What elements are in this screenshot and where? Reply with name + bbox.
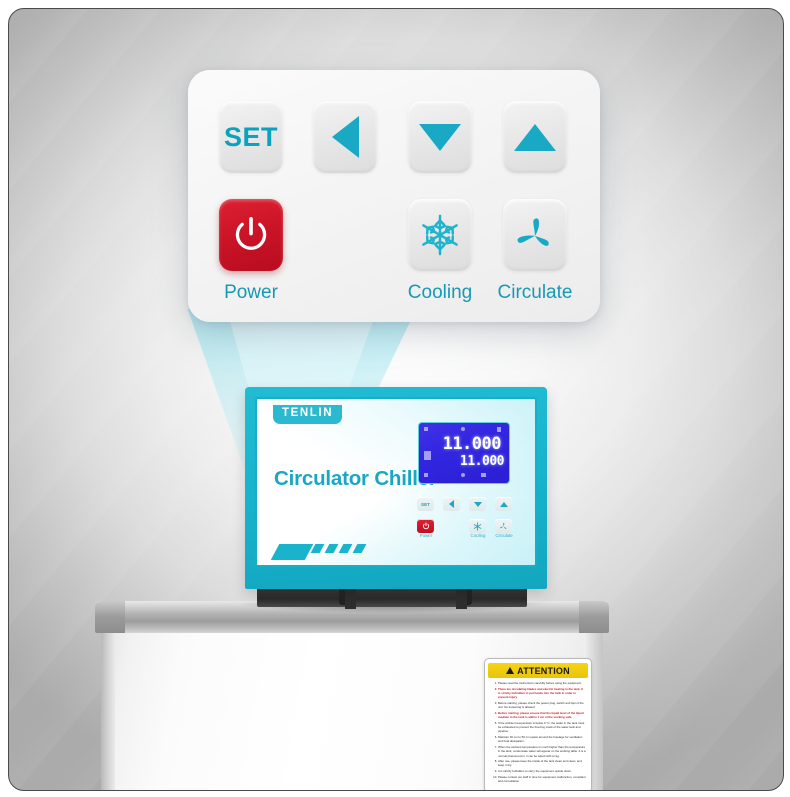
lcd-icon-bc bbox=[461, 473, 465, 477]
brand-badge: TENLIN bbox=[273, 405, 343, 424]
attention-item: Please read the instructions carefully b… bbox=[498, 681, 586, 685]
triangle-down-icon bbox=[419, 123, 461, 151]
product-name: Circulator Chiller bbox=[274, 467, 437, 490]
mount-plate bbox=[257, 587, 527, 607]
up-button[interactable] bbox=[503, 101, 567, 173]
lcd-actual-value: 11.000 bbox=[460, 454, 504, 469]
triangle-down-icon bbox=[473, 501, 482, 507]
device-power-label: Power bbox=[419, 533, 433, 538]
stripe-2 bbox=[324, 544, 339, 553]
attention-item: Maintain 30 cm to 50 cm space around the… bbox=[498, 735, 586, 744]
device-power-button[interactable] bbox=[417, 519, 434, 533]
attention-item: Before starting, please ensure that the … bbox=[498, 711, 586, 720]
stripe-4 bbox=[352, 544, 367, 553]
stripe-1 bbox=[310, 544, 325, 553]
device-down-button[interactable] bbox=[469, 497, 486, 511]
attention-item: It is strictly forbidden to carry the eq… bbox=[498, 769, 586, 773]
rim-corner-left bbox=[95, 601, 125, 633]
cooling-button-label: Cooling bbox=[407, 282, 473, 303]
rim-corner-right bbox=[579, 601, 609, 633]
attention-items: Please read the instructions carefully b… bbox=[488, 681, 588, 783]
light-beam bbox=[187, 309, 417, 499]
fan-icon bbox=[500, 522, 507, 529]
faceplate-wash bbox=[257, 399, 535, 565]
circulate-button[interactable] bbox=[503, 199, 567, 271]
decor-stripes bbox=[270, 537, 395, 560]
triangle-up-icon bbox=[499, 501, 508, 507]
attention-item: Please contact our staff in time for equ… bbox=[498, 775, 586, 784]
triangle-left-icon bbox=[449, 500, 454, 508]
lcd-icon-tr bbox=[497, 427, 501, 432]
warning-triangle-icon bbox=[506, 667, 515, 674]
snowflake-icon bbox=[473, 521, 482, 531]
faceplate: TENLIN Circulator Chiller 11.000 11.000 bbox=[255, 397, 537, 567]
device-circulate-button[interactable] bbox=[495, 519, 512, 533]
lcd-icon-tc bbox=[461, 427, 465, 431]
triangle-left-icon bbox=[331, 116, 359, 158]
device-left-button[interactable] bbox=[443, 497, 460, 511]
fan-icon bbox=[517, 218, 549, 246]
snowflake-icon bbox=[422, 214, 458, 256]
lcd-display: 11.000 11.000 bbox=[418, 422, 510, 484]
device-set-label: SET bbox=[421, 501, 430, 507]
lcd-set-value: 11.000 bbox=[442, 434, 502, 454]
cooling-button[interactable] bbox=[408, 199, 472, 271]
handle-foot-right bbox=[459, 569, 472, 605]
power-button-label: Power bbox=[224, 282, 278, 303]
triangle-up-icon bbox=[514, 123, 556, 151]
down-button[interactable] bbox=[408, 101, 472, 173]
tank-right-edge bbox=[584, 625, 603, 790]
power-icon bbox=[422, 522, 429, 530]
tank-top-rim bbox=[95, 601, 609, 633]
attention-item: There are circulating blades and electri… bbox=[498, 687, 586, 700]
set-button[interactable]: SET bbox=[219, 101, 283, 173]
lcd-icon-bl bbox=[424, 473, 428, 477]
attention-title: ATTENTION bbox=[517, 665, 570, 676]
attention-item: When the ambient temperature is much hig… bbox=[498, 745, 586, 758]
attention-item: Before starting, please check the power … bbox=[498, 701, 586, 710]
set-button-label: SET bbox=[223, 121, 278, 152]
lcd-icon-br bbox=[481, 473, 486, 477]
attention-header: ATTENTION bbox=[488, 663, 588, 678]
left-button[interactable] bbox=[313, 101, 377, 173]
device-cooling-button[interactable] bbox=[469, 519, 486, 533]
attention-item: If the ambient temperature is below 0 °C… bbox=[498, 721, 586, 734]
lcd-icon-ml bbox=[424, 451, 431, 460]
power-button[interactable] bbox=[219, 199, 283, 271]
product-image-frame: TENLIN Circulator Chiller 11.000 11.000 bbox=[8, 8, 784, 791]
control-panel-callout: SET Power Cooling Circulate bbox=[188, 70, 600, 322]
tank-body bbox=[101, 625, 603, 790]
control-head-housing: TENLIN Circulator Chiller 11.000 11.000 bbox=[245, 387, 547, 589]
stripe-3 bbox=[338, 544, 353, 553]
attention-item: After use, please keep the inside of the… bbox=[498, 759, 586, 768]
device-cooling-label: Cooling bbox=[470, 533, 486, 538]
attention-label: ATTENTION Please read the instructions c… bbox=[484, 658, 592, 790]
stripe-block bbox=[270, 544, 314, 560]
carry-handle bbox=[345, 575, 467, 609]
circulate-button-label: Circulate bbox=[497, 282, 573, 303]
lcd-icon-tl bbox=[424, 427, 428, 431]
handle-foot-left bbox=[339, 569, 352, 605]
device-up-button[interactable] bbox=[495, 497, 512, 511]
tank-left-edge bbox=[101, 625, 115, 790]
device-set-button[interactable]: SET bbox=[417, 497, 434, 511]
device-circulate-label: Circulate bbox=[495, 533, 513, 538]
power-icon bbox=[235, 217, 267, 250]
mount-shadow bbox=[241, 603, 541, 613]
